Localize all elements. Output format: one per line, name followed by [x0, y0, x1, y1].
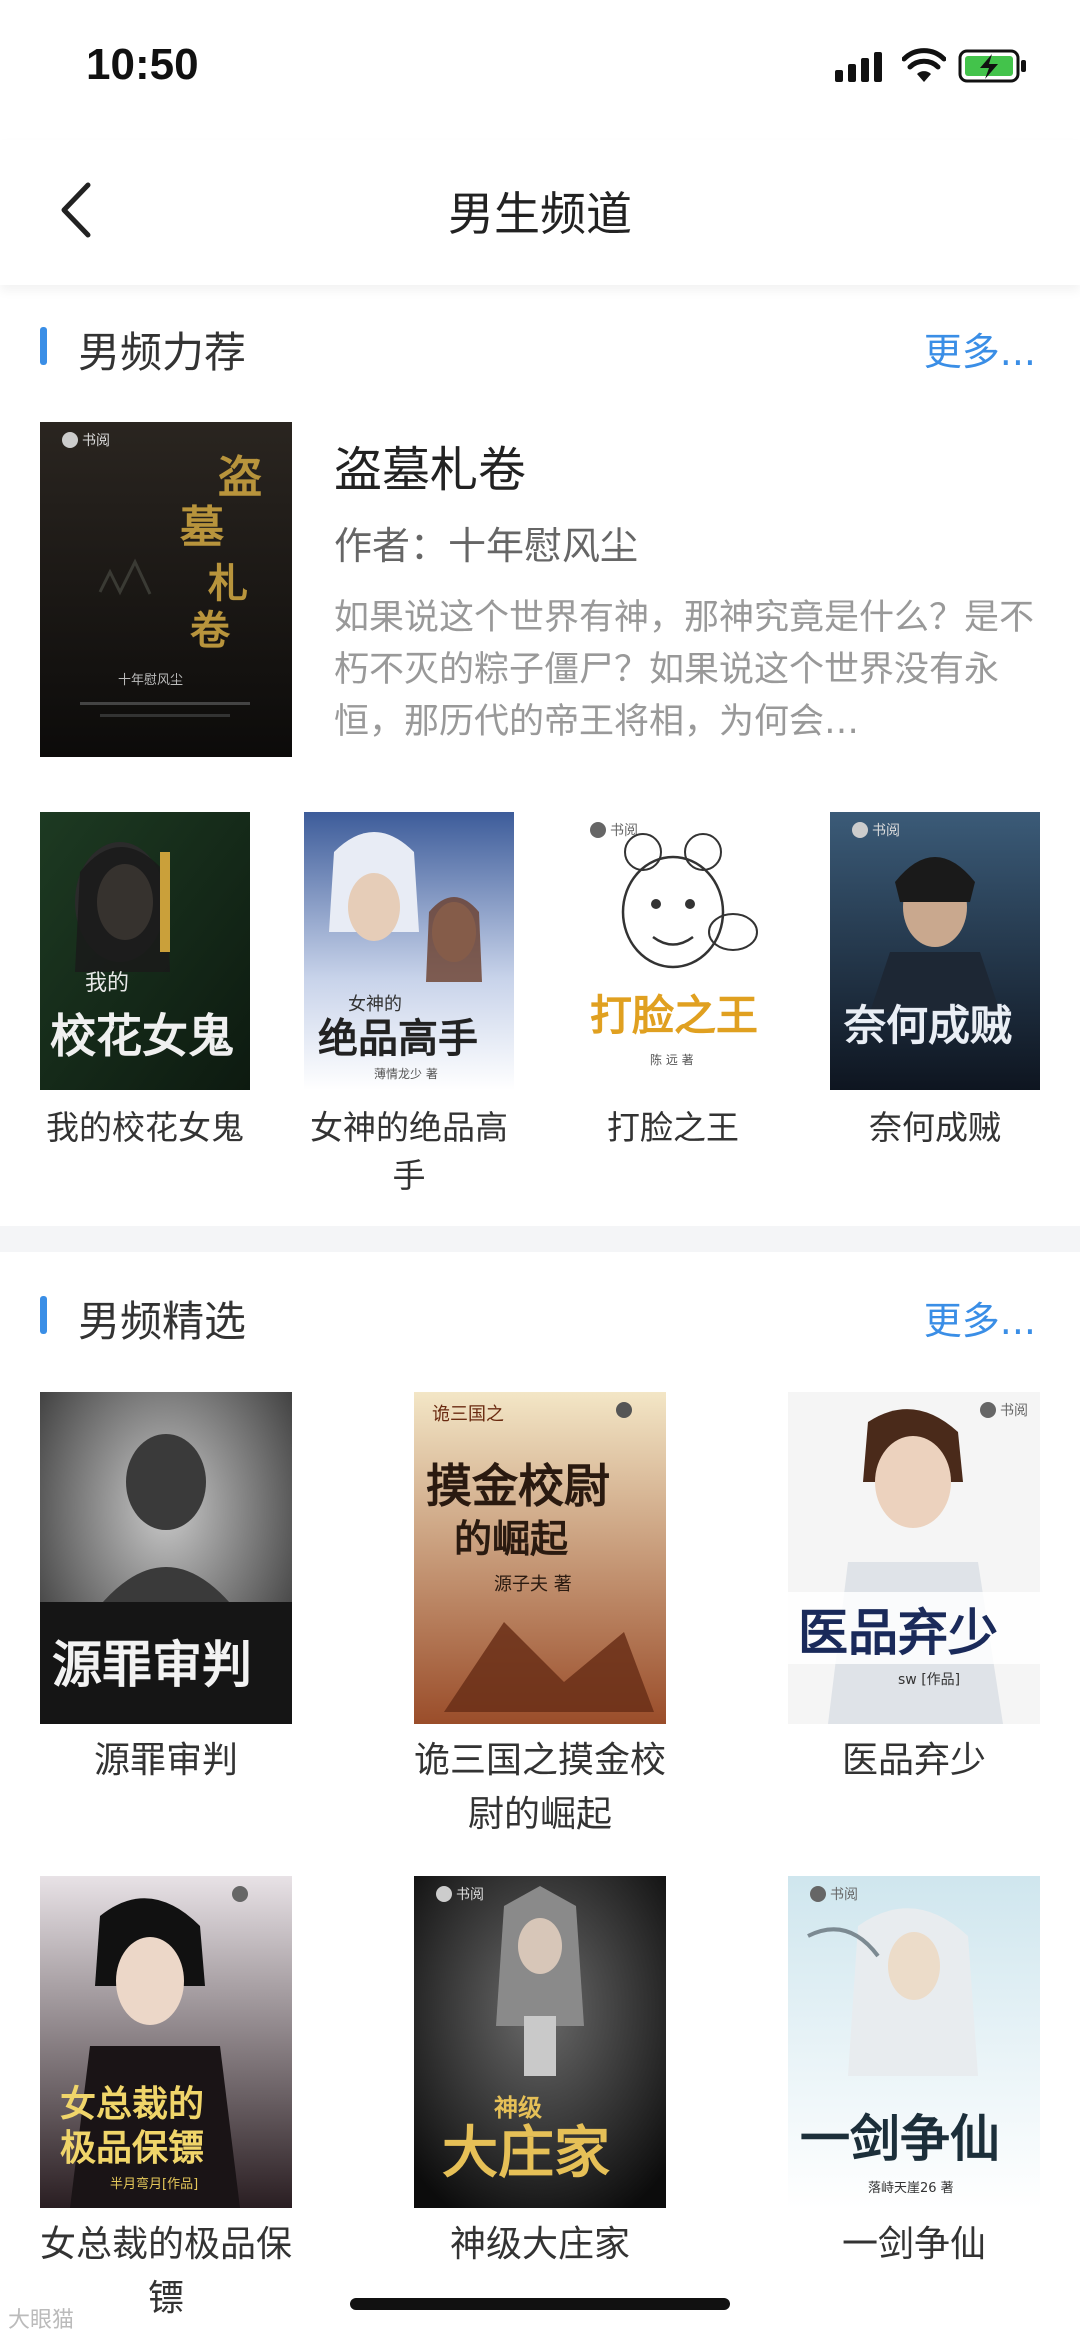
book-cover: 女总裁的 极品保镖 半月弯月[作品]: [40, 1876, 292, 2208]
book-cover: 书阅 打脸之王 陈 远 著: [568, 812, 778, 1090]
svg-text:源子夫 著: 源子夫 著: [494, 1574, 572, 1595]
svg-text:摸金校尉: 摸金校尉: [426, 1459, 610, 1513]
svg-text:札: 札: [208, 560, 248, 607]
featured-book[interactable]: 书阅 盗 墓 札 卷 十年慰风尘 盗墓札卷 作者：十年慰风尘 如果说这个世界有神…: [40, 422, 1040, 757]
svg-text:我的: 我的: [85, 971, 129, 996]
book-cover: 书阅 奈何成贼: [830, 812, 1040, 1090]
book-name: 打脸之王: [607, 1108, 739, 1147]
book-name: 医品弃少: [841, 1740, 986, 1781]
nav-bar: 男生频道: [0, 140, 1080, 285]
home-indicator[interactable]: [350, 2298, 730, 2310]
svg-text:一剑争仙: 一剑争仙: [800, 2109, 1000, 2168]
book-cover: 我的 校花女鬼: [40, 812, 250, 1090]
book-item[interactable]: 诡三国之 摸金校尉 的崛起 源子夫 著 诡三国之摸金校尉的崛起: [414, 1392, 666, 1842]
svg-text:极品保镖: 极品保镖: [60, 2127, 204, 2169]
book-name: 诡三国之摸金校尉的崛起: [413, 1740, 666, 1835]
svg-text:书阅: 书阅: [1000, 1403, 1028, 1419]
svg-text:书阅: 书阅: [830, 1887, 858, 1903]
battery-charging-icon: [958, 49, 1026, 83]
section-accent-bar: [40, 327, 47, 365]
book-item[interactable]: 书阅 奈何成贼 奈何成贼: [830, 812, 1040, 1152]
book-name: 神级大庄家: [449, 2224, 630, 2265]
book-name: 源罪审判: [93, 1740, 238, 1781]
svg-text:墓: 墓: [180, 502, 225, 553]
book-name: 女神的绝品高手: [310, 1108, 508, 1195]
book-cover: 女神的 绝品高手 薄情龙少 著: [304, 812, 514, 1090]
book-name: 我的校花女鬼: [46, 1108, 244, 1147]
svg-text:书阅: 书阅: [456, 1887, 484, 1903]
svg-text:医品弃少: 医品弃少: [798, 1603, 998, 1662]
svg-text:女总裁的: 女总裁的: [60, 2083, 204, 2125]
more-link[interactable]: 更多...: [924, 1290, 1036, 1345]
book-name: 一剑争仙: [841, 2224, 986, 2265]
svg-text:十年慰风尘: 十年慰风尘: [118, 673, 183, 688]
svg-text:校花女鬼: 校花女鬼: [50, 1009, 234, 1063]
book-item[interactable]: 源罪审判 源罪审判: [40, 1392, 292, 1788]
book-item[interactable]: 我的 校花女鬼 我的校花女鬼: [40, 812, 250, 1152]
svg-text:陈 远 著: 陈 远 著: [650, 1052, 694, 1067]
wifi-icon: [902, 48, 946, 82]
book-cover: 诡三国之 摸金校尉 的崛起 源子夫 著: [414, 1392, 666, 1724]
section-header-selected: 男频精选 更多...: [0, 1272, 1080, 1352]
book-cover: 书阅 盗 墓 札 卷 十年慰风尘: [40, 422, 292, 757]
svg-text:sw [作品]: sw [作品]: [898, 1672, 960, 1688]
svg-text:神级: 神级: [494, 2093, 542, 2122]
svg-text:源罪审判: 源罪审判: [52, 1635, 252, 1694]
svg-text:女神的: 女神的: [348, 994, 402, 1015]
book-cover: 源罪审判: [40, 1392, 292, 1724]
svg-text:落峙天崖26 著: 落峙天崖26 著: [868, 2181, 954, 2196]
book-cover: 书阅 神级 大庄家: [414, 1876, 666, 2208]
book-item[interactable]: 女神的 绝品高手 薄情龙少 著 女神的绝品高手: [304, 812, 514, 1200]
book-item[interactable]: 书阅 医品弃少 sw [作品] 医品弃少: [788, 1392, 1040, 1788]
book-cover: 书阅 医品弃少 sw [作品]: [788, 1392, 1040, 1724]
svg-text:打脸之王: 打脸之王: [590, 991, 758, 1040]
section-divider: [0, 1226, 1080, 1252]
svg-text:卷: 卷: [190, 607, 231, 654]
featured-description: 如果说这个世界有神，那神究竟是什么？是不朽不灭的粽子僵尸？如果说这个世界没有永恒…: [334, 598, 1034, 742]
svg-text:的崛起: 的崛起: [454, 1516, 569, 1561]
book-item[interactable]: 书阅 一剑争仙 落峙天崖26 著 一剑争仙: [788, 1876, 1040, 2272]
book-item[interactable]: 女总裁的 极品保镖 半月弯月[作品] 女总裁的极品保镖: [40, 1876, 292, 2326]
section-header-recommend: 男频力荐 更多...: [0, 303, 1080, 383]
svg-text:书阅: 书阅: [82, 433, 110, 449]
page-title: 男生频道: [448, 187, 632, 241]
watermark: 大眼猫: [8, 2308, 75, 2333]
svg-text:盗: 盗: [218, 452, 262, 503]
svg-text:大庄家: 大庄家: [442, 2120, 610, 2186]
svg-text:书阅: 书阅: [872, 823, 900, 839]
more-link[interactable]: 更多...: [924, 321, 1036, 376]
featured-author: 作者：十年慰风尘: [334, 524, 639, 568]
svg-text:奈何成贼: 奈何成贼: [843, 1001, 1012, 1050]
svg-text:诡三国之: 诡三国之: [432, 1404, 504, 1425]
section-accent-bar: [40, 1296, 47, 1334]
book-item[interactable]: 书阅 神级 大庄家 神级大庄家: [414, 1876, 666, 2272]
book-cover: 书阅 一剑争仙 落峙天崖26 著: [788, 1876, 1040, 2208]
featured-title: 盗墓札卷: [334, 442, 527, 498]
book-item[interactable]: 书阅 打脸之王 陈 远 著 打脸之王: [568, 812, 778, 1152]
status-time: 10:50: [86, 40, 199, 89]
section-title: 男频精选: [78, 1297, 247, 1346]
signal-icon: [835, 52, 882, 82]
section-title: 男频力荐: [78, 328, 247, 377]
svg-text:薄情龙少 著: 薄情龙少 著: [374, 1066, 438, 1081]
book-name: 奈何成贼: [869, 1108, 1001, 1147]
svg-text:半月弯月[作品]: 半月弯月[作品]: [110, 2176, 198, 2192]
status-bar: 10:50: [0, 0, 1080, 140]
svg-text:绝品高手: 绝品高手: [318, 1015, 478, 1062]
